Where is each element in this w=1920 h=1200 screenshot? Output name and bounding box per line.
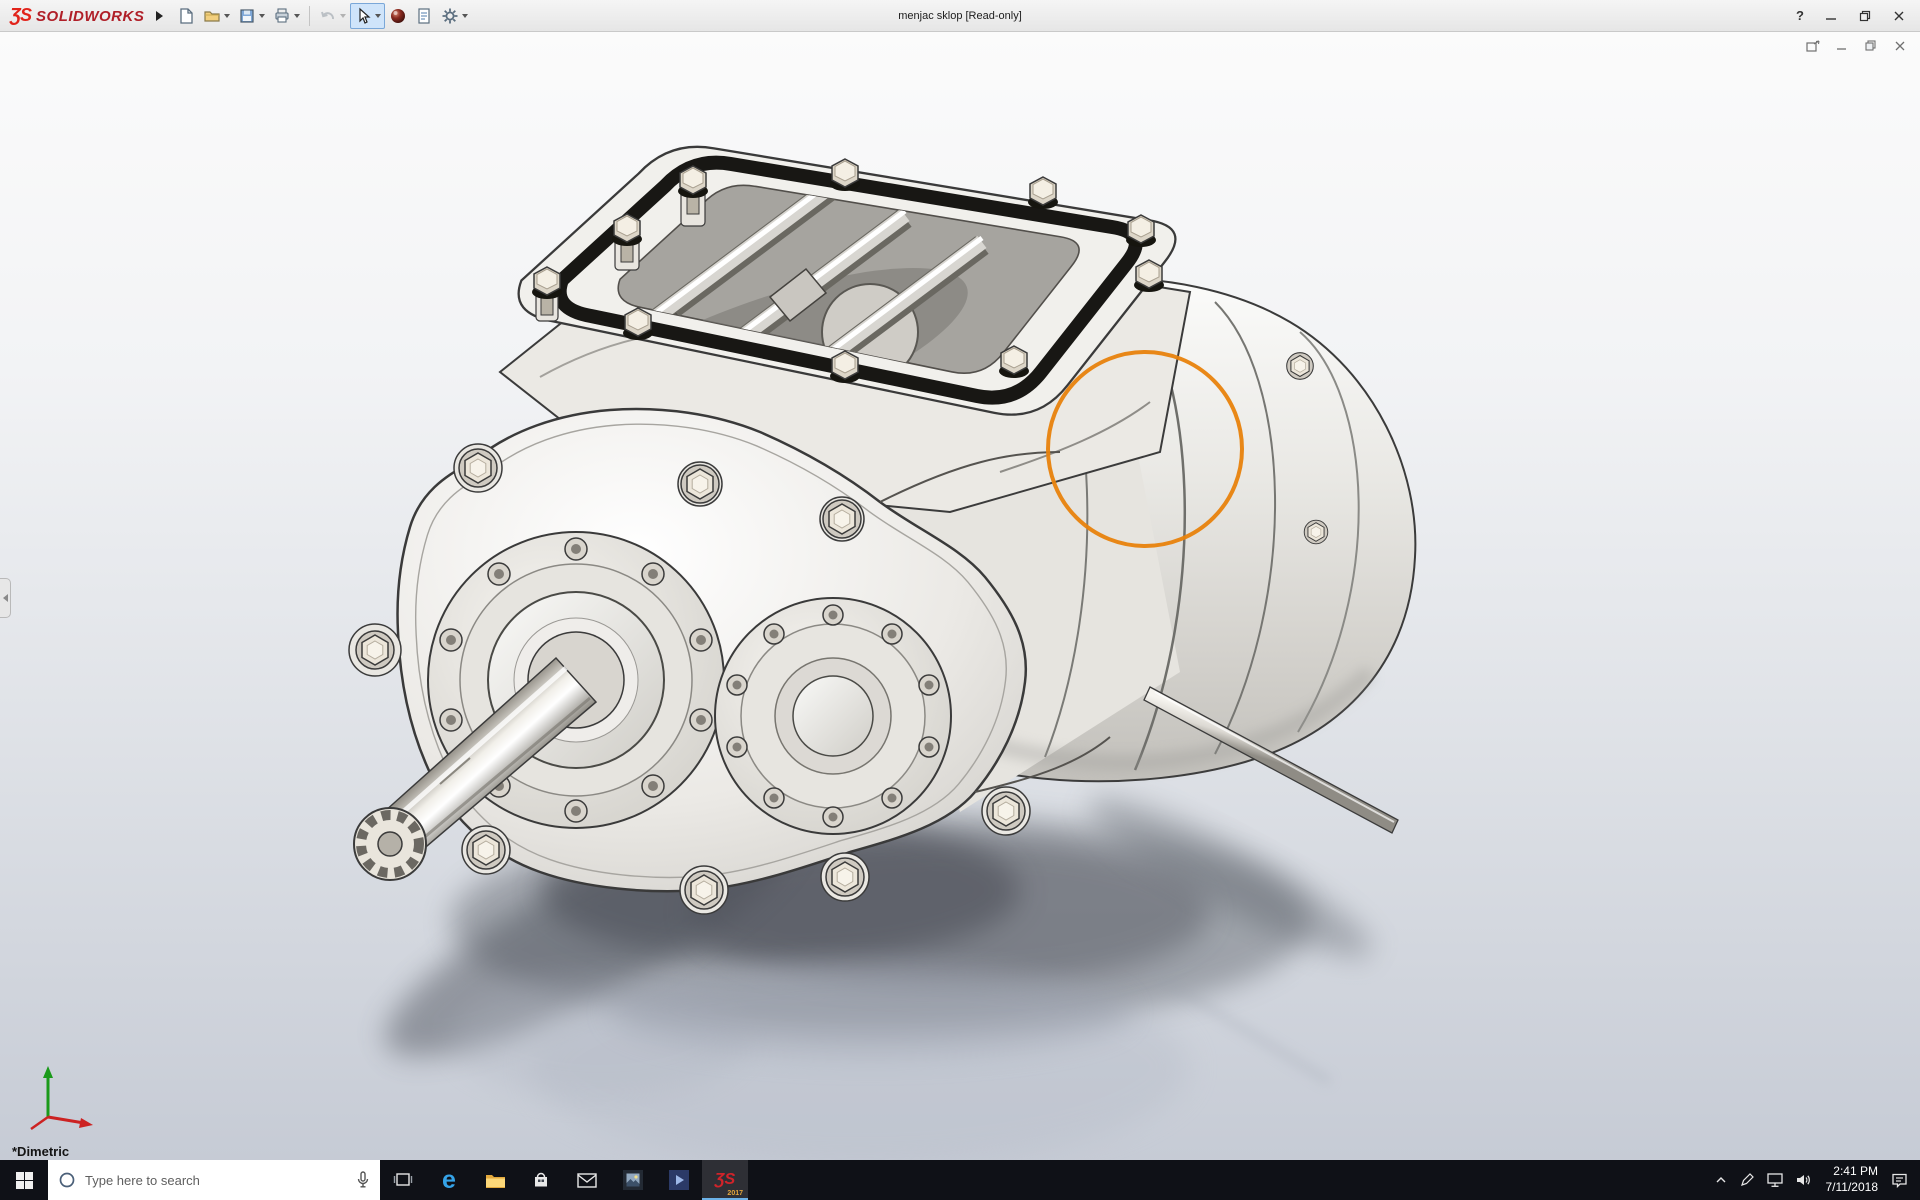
taskbar-app-store[interactable]	[518, 1160, 564, 1200]
network-icon	[1766, 1172, 1783, 1187]
feature-manager-collapse-tab[interactable]	[0, 578, 11, 618]
options-dropdown-icon[interactable]	[462, 13, 469, 18]
triad-x-axis	[79, 1118, 93, 1128]
solidworks-app-icon: ƷS	[714, 1171, 736, 1188]
material-sphere-icon	[391, 8, 406, 23]
pen-icon	[1740, 1173, 1754, 1186]
print-dropdown-icon[interactable]	[294, 13, 301, 18]
document-properties-button[interactable]	[411, 3, 437, 29]
save-dropdown-icon[interactable]	[259, 13, 266, 18]
task-view-icon	[393, 1173, 413, 1186]
menu-expand-icon[interactable]	[156, 10, 164, 21]
close-icon	[1894, 11, 1904, 20]
clock-date: 7/11/2018	[1825, 1180, 1879, 1194]
doc-close-icon	[1895, 41, 1905, 51]
taskbar-app-mail[interactable]	[564, 1160, 610, 1200]
spline-end	[353, 807, 427, 881]
search-input[interactable]	[85, 1172, 347, 1188]
taskbar-app-task-view[interactable]	[380, 1160, 426, 1200]
taskbar-app-movies[interactable]	[656, 1160, 702, 1200]
undo-dropdown-icon[interactable]	[340, 13, 347, 18]
restore-icon	[1859, 10, 1871, 21]
clock-time: 2:41 PM	[1833, 1164, 1878, 1179]
close-button[interactable]	[1884, 4, 1914, 28]
restore-button[interactable]	[1850, 4, 1880, 28]
view-orientation-label: *Dimetric	[12, 1144, 70, 1159]
select-cursor-icon	[359, 7, 371, 24]
doc-close-button[interactable]	[1890, 37, 1910, 55]
taskbar-search[interactable]	[48, 1160, 380, 1200]
document-properties-icon	[418, 7, 430, 24]
save-icon	[240, 8, 254, 23]
document-title: menjac sklop [Read-only]	[898, 9, 1022, 22]
material-sphere-button[interactable]	[385, 3, 411, 29]
system-tray: 2:41 PM 7/11/2018	[1703, 1160, 1920, 1200]
network-button[interactable]	[1766, 1172, 1783, 1188]
output-bearing-boss	[714, 597, 952, 835]
action-center-button[interactable]	[1891, 1172, 1908, 1188]
print-button[interactable]	[269, 3, 304, 29]
pen-settings-button[interactable]	[1740, 1173, 1754, 1187]
edge-icon: e	[442, 1165, 456, 1194]
options-button[interactable]	[437, 3, 472, 29]
restore-pane-icon	[1806, 40, 1820, 52]
toolbar-separator	[309, 5, 311, 26]
cortana-icon	[59, 1172, 75, 1188]
titlebar: ƷS SOLIDWORKS menjac sklop [Read-only] ?	[0, 0, 1920, 32]
action-center-icon	[1892, 1173, 1907, 1188]
3d-viewport[interactable]: *Dimetric	[0, 32, 1920, 1160]
solidworks-logo: ƷS SOLIDWORKS	[6, 5, 154, 26]
photos-icon	[623, 1170, 643, 1190]
doc-minimize-button[interactable]	[1832, 37, 1852, 55]
save-button[interactable]	[234, 3, 269, 29]
taskbar-app-edge[interactable]: e	[426, 1160, 472, 1200]
gearbox-3d-scene[interactable]	[0, 32, 1920, 1160]
hidden-icons-button[interactable]	[1715, 1176, 1727, 1184]
file-explorer-icon	[485, 1174, 505, 1188]
triad-z-axis	[30, 1115, 49, 1131]
chevron-left-icon	[2, 594, 8, 602]
microphone-icon[interactable]	[356, 1171, 370, 1189]
solidworks-logo-glyph: ƷS	[10, 5, 32, 25]
help-button[interactable]: ?	[1788, 8, 1812, 23]
store-icon	[535, 1172, 547, 1187]
undo-button[interactable]	[315, 3, 350, 29]
taskbar-app-file-explorer[interactable]	[472, 1160, 518, 1200]
doc-minimize-icon	[1837, 48, 1846, 50]
doc-restore-pane-button[interactable]	[1803, 37, 1823, 55]
movies-icon	[669, 1170, 689, 1190]
triad-y-axis	[43, 1066, 53, 1078]
solidworks-logo-text: SOLIDWORKS	[36, 8, 145, 25]
new-document-icon	[180, 7, 194, 24]
minimize-button[interactable]	[1816, 4, 1846, 28]
gear-icon	[442, 8, 458, 23]
open-button[interactable]	[199, 3, 234, 29]
doc-restore-icon	[1865, 40, 1876, 51]
select-dropdown-icon[interactable]	[375, 13, 382, 18]
select-button[interactable]	[350, 2, 386, 29]
volume-button[interactable]	[1796, 1173, 1813, 1187]
gearbox-model[interactable]	[348, 145, 1417, 915]
print-icon	[275, 7, 289, 23]
document-window-controls	[1803, 37, 1910, 55]
windows-taskbar: e ƷS 2017 2:41 PM 7/11/2018	[0, 1160, 1920, 1200]
windows-logo-icon	[15, 1171, 33, 1189]
new-document-button[interactable]	[173, 3, 199, 29]
taskbar-app-solidworks[interactable]: ƷS 2017	[702, 1160, 748, 1200]
start-button[interactable]	[0, 1160, 48, 1200]
doc-restore-button[interactable]	[1861, 37, 1881, 55]
mail-icon	[577, 1172, 597, 1188]
chevron-up-icon	[1716, 1177, 1725, 1183]
minimize-icon	[1826, 17, 1836, 20]
taskbar-clock[interactable]: 2:41 PM 7/11/2018	[1826, 1164, 1879, 1195]
orientation-triad[interactable]	[30, 1066, 93, 1131]
volume-icon	[1796, 1175, 1810, 1185]
solidworks-version-badge: 2017	[727, 1190, 743, 1197]
open-dropdown-icon[interactable]	[224, 13, 231, 18]
open-folder-icon	[204, 10, 220, 22]
taskbar-app-photos[interactable]	[610, 1160, 656, 1200]
undo-icon	[321, 11, 335, 19]
